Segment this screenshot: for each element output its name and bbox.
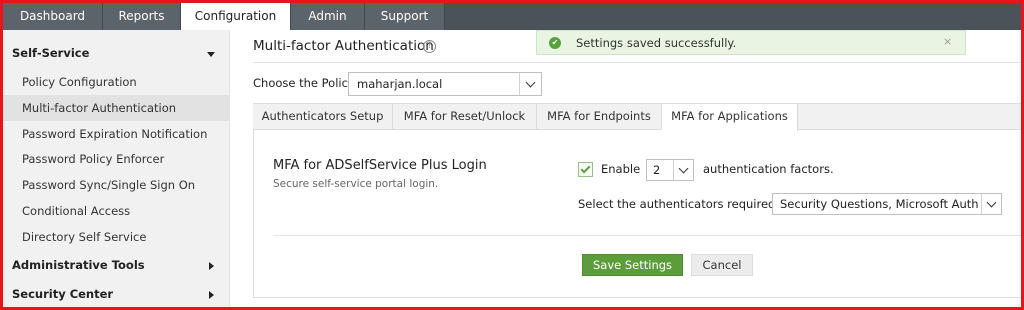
sidebar: Self-Service Policy Configuration Multi-… (3, 30, 230, 307)
factor-count-value: 2 (653, 163, 661, 177)
section-title: MFA for ADSelfService Plus Login (273, 158, 487, 173)
check-icon (580, 163, 591, 174)
tab-support[interactable]: Support (365, 3, 445, 30)
tab-mfa-applications[interactable]: MFA for Applications (662, 104, 798, 131)
chevron-down-icon (678, 163, 689, 174)
section-description: Secure self-service portal login. (273, 178, 439, 190)
factors-label: authentication factors. (703, 162, 834, 176)
factor-count-select[interactable]: 2 (646, 159, 694, 181)
tab-mfa-endpoints[interactable]: MFA for Endpoints (537, 104, 662, 130)
check-circle-icon: ✔ (549, 37, 561, 49)
close-icon[interactable]: × (943, 35, 952, 48)
tab-configuration[interactable]: Configuration (181, 3, 291, 30)
chevron-down-icon[interactable] (207, 52, 215, 57)
sidebar-section-security-center[interactable]: Security Center (12, 287, 113, 301)
enable-label: Enable (601, 162, 641, 176)
divider (273, 235, 1021, 236)
sidebar-item-policy-configuration[interactable]: Policy Configuration (3, 69, 230, 95)
policy-label: Choose the Policy (253, 76, 355, 90)
dropdown-arrow[interactable] (981, 194, 1001, 214)
tab-reports[interactable]: Reports (103, 3, 181, 30)
dropdown-arrow[interactable] (673, 160, 693, 180)
sidebar-section-self-service[interactable]: Self-Service (12, 46, 89, 60)
mfa-tabs: Authenticators Setup MFA for Reset/Unloc… (253, 103, 1021, 131)
dropdown-arrow[interactable] (519, 73, 541, 95)
chevron-right-icon[interactable] (209, 262, 214, 270)
cancel-button[interactable]: Cancel (691, 254, 753, 276)
page-title: Multi-factor Authentication (253, 38, 434, 54)
tab-mfa-reset-unlock[interactable]: MFA for Reset/Unlock (393, 104, 537, 130)
sidebar-section-administrative-tools[interactable]: Administrative Tools (12, 258, 145, 272)
sidebar-item-password-sync-single-sign-on[interactable]: Password Sync/Single Sign On (3, 172, 230, 198)
chevron-right-icon[interactable] (209, 291, 214, 299)
authenticators-select-value: Security Questions, Microsoft Authentica… (780, 197, 978, 211)
tab-authenticators-setup[interactable]: Authenticators Setup (253, 104, 393, 130)
chevron-down-icon (525, 77, 536, 88)
top-navigation: Dashboard Reports Configuration Admin Su… (0, 0, 1024, 30)
toast-message: Settings saved successfully. (576, 36, 737, 50)
policy-select[interactable]: maharjan.local (348, 72, 542, 96)
success-toast: ✔ Settings saved successfully. × (536, 30, 966, 55)
sidebar-item-multi-factor-authentication[interactable]: Multi-factor Authentication (3, 95, 230, 121)
sidebar-item-conditional-access[interactable]: Conditional Access (3, 198, 230, 224)
authenticators-select[interactable]: Security Questions, Microsoft Authentica… (772, 193, 1002, 215)
help-icon[interactable]: ? (423, 40, 436, 53)
sidebar-item-password-policy-enforcer[interactable]: Password Policy Enforcer (3, 146, 230, 172)
sidebar-item-directory-self-service[interactable]: Directory Self Service (3, 224, 230, 250)
sidebar-item-password-expiration-notification[interactable]: Password Expiration Notification (3, 121, 230, 147)
save-settings-button[interactable]: Save Settings (582, 254, 683, 276)
policy-select-value: maharjan.local (357, 77, 443, 91)
tab-dashboard[interactable]: Dashboard (3, 3, 103, 30)
authenticators-label: Select the authenticators required (578, 197, 776, 211)
enable-checkbox[interactable] (578, 162, 593, 177)
chevron-down-icon (986, 197, 997, 208)
tab-admin[interactable]: Admin (291, 3, 365, 30)
divider (253, 62, 1021, 63)
